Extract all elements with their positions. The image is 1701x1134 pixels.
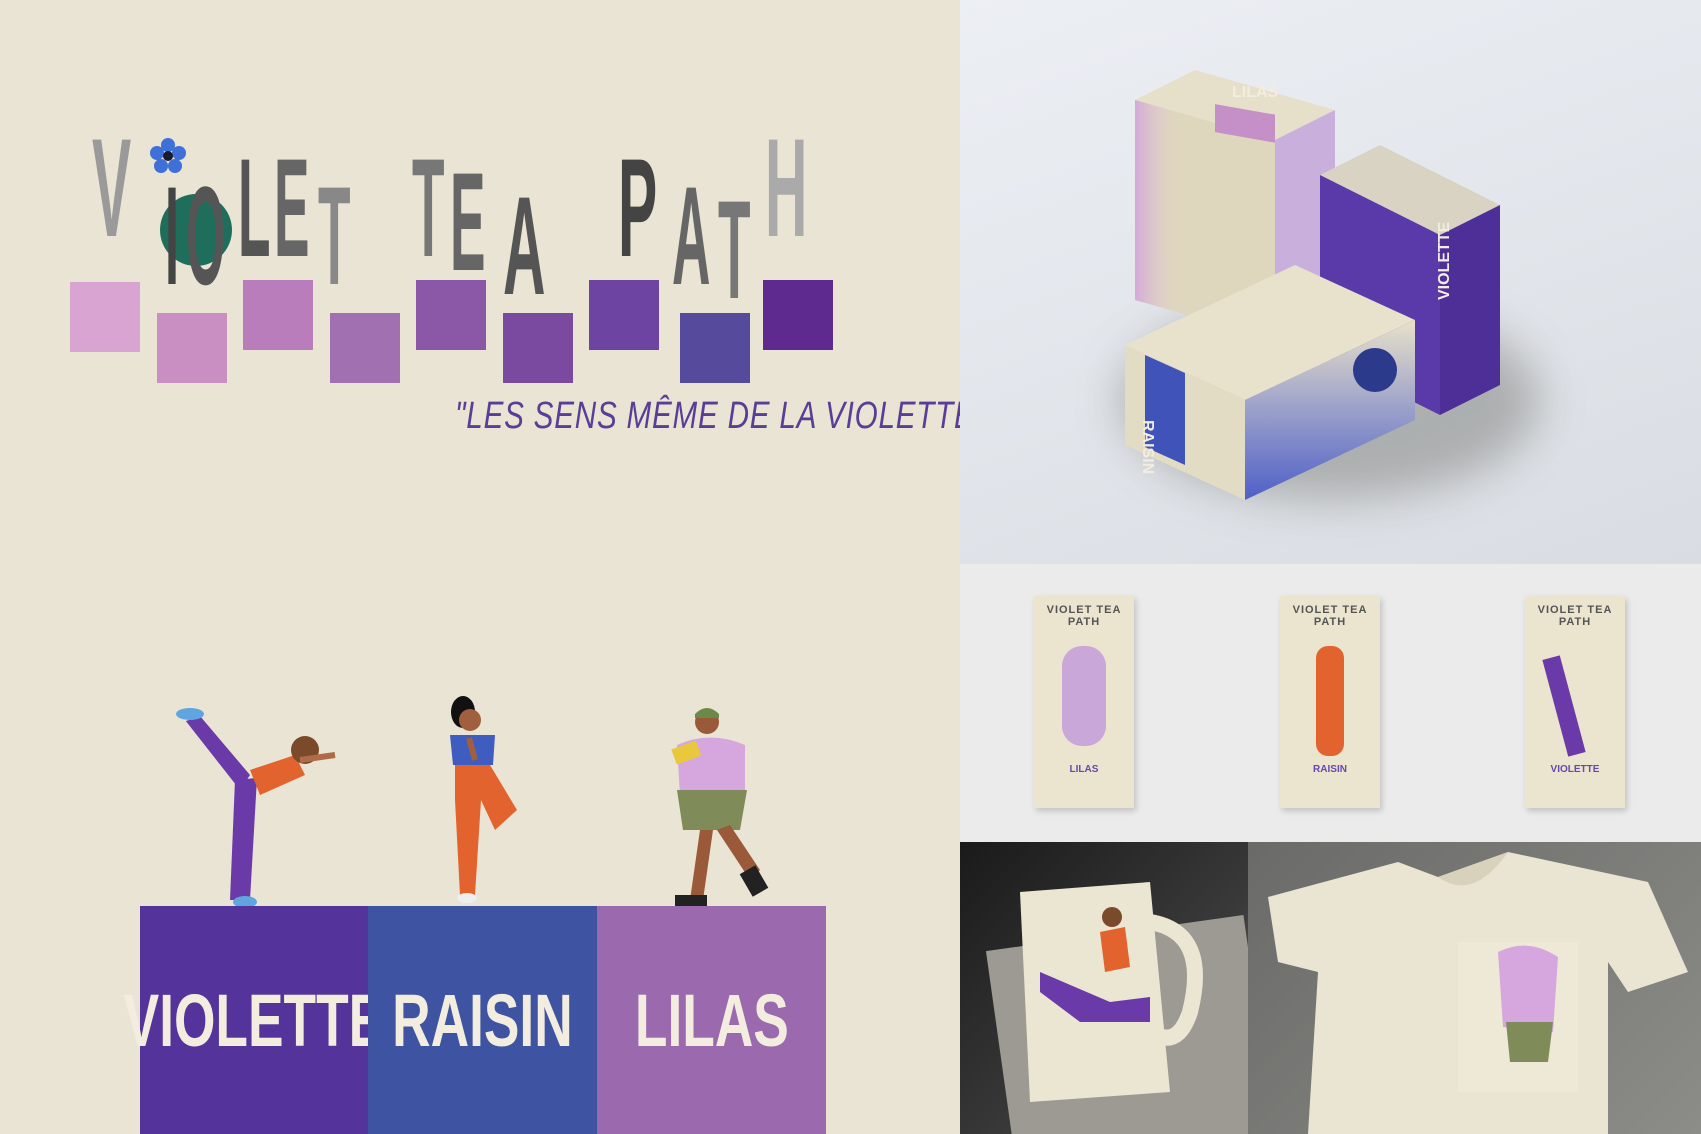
card-raisin: VIOLET TEA PATH RAISIN	[1280, 596, 1380, 808]
card-raisin-logo: VIOLET TEA PATH	[1292, 604, 1368, 628]
packaging-boxes-mockup: LILAS VIOLETTE RAISIN	[960, 0, 1701, 564]
card-violette-logo: VIOLET TEA PATH	[1537, 604, 1613, 628]
box-lilas-label: LILAS	[1232, 84, 1279, 101]
tshirt-illustration	[1268, 852, 1688, 1134]
palette-square-1	[70, 282, 140, 352]
figure-walking-illustration	[671, 708, 769, 909]
logo-letter-i: I	[165, 157, 180, 314]
flavor-label-lilas: LILAS	[634, 978, 789, 1062]
logo-letter-t: T	[318, 157, 351, 314]
logo-letter-e2: E	[450, 143, 486, 300]
logo-letter-p: P	[618, 129, 658, 286]
flavor-label-raisin: RAISIN	[392, 978, 573, 1062]
palette-square-3	[243, 280, 313, 350]
mug-mockup	[960, 842, 1248, 1134]
box-raisin	[1125, 265, 1415, 500]
card-lilas: VIOLET TEA PATH LILAS	[1034, 596, 1134, 808]
card-violette: VIOLET TEA PATH VIOLETTE	[1525, 596, 1625, 808]
logo-letter-a: A	[503, 167, 546, 324]
palette-square-2	[157, 313, 227, 383]
mug-illustration	[1020, 882, 1203, 1102]
palette-square-4	[330, 313, 400, 383]
card-raisin-figure	[1316, 646, 1344, 756]
logo-letter-e: E	[274, 129, 310, 286]
palette-square-7	[589, 280, 659, 350]
flavor-block-raisin: RAISIN	[368, 906, 597, 1134]
card-display-panel: VIOLET TEA PATH LILAS VIOLET TEA PATH RA…	[960, 564, 1701, 842]
logo-letter-l: L	[238, 129, 271, 286]
flavor-block-lilas: LILAS	[597, 906, 826, 1134]
card-raisin-name: RAISIN	[1313, 764, 1347, 775]
box-raisin-label: RAISIN	[1139, 420, 1156, 475]
logo-letter-o: O	[186, 157, 226, 314]
logo-letter-h: H	[765, 109, 808, 266]
card-violette-figure	[1542, 655, 1586, 757]
logo-letter-a2: A	[672, 157, 711, 314]
palette-square-8	[680, 313, 750, 383]
card-lilas-figure	[1062, 646, 1106, 746]
brand-tagline: "LES SENS MÊME DE LA VIOLETTE"	[455, 395, 960, 437]
card-violette-name: VIOLETTE	[1550, 764, 1600, 775]
card-lilas-name: LILAS	[1069, 764, 1099, 775]
flavor-label-violette: VIOLETTE	[123, 978, 385, 1062]
logo-letter-t3: T	[718, 171, 751, 328]
logo-letter-t2: T	[412, 129, 445, 286]
figure-tree-pose-illustration	[450, 696, 517, 903]
brand-poster: V I O L E T T E A P A T H "LES SENS MÊME…	[0, 0, 960, 1134]
flavor-block-violette: VIOLETTE	[124, 906, 384, 1134]
palette-square-9	[763, 280, 833, 350]
box-violette-spine: VIOLETTE	[1436, 221, 1453, 300]
logo-letter-v: V	[92, 109, 132, 266]
palette-square-5	[416, 280, 486, 350]
palette-square-6	[503, 313, 573, 383]
tshirt-mockup	[1248, 842, 1701, 1134]
figure-kick-illustration	[176, 708, 336, 908]
card-lilas-logo: VIOLET TEA PATH	[1046, 604, 1122, 628]
